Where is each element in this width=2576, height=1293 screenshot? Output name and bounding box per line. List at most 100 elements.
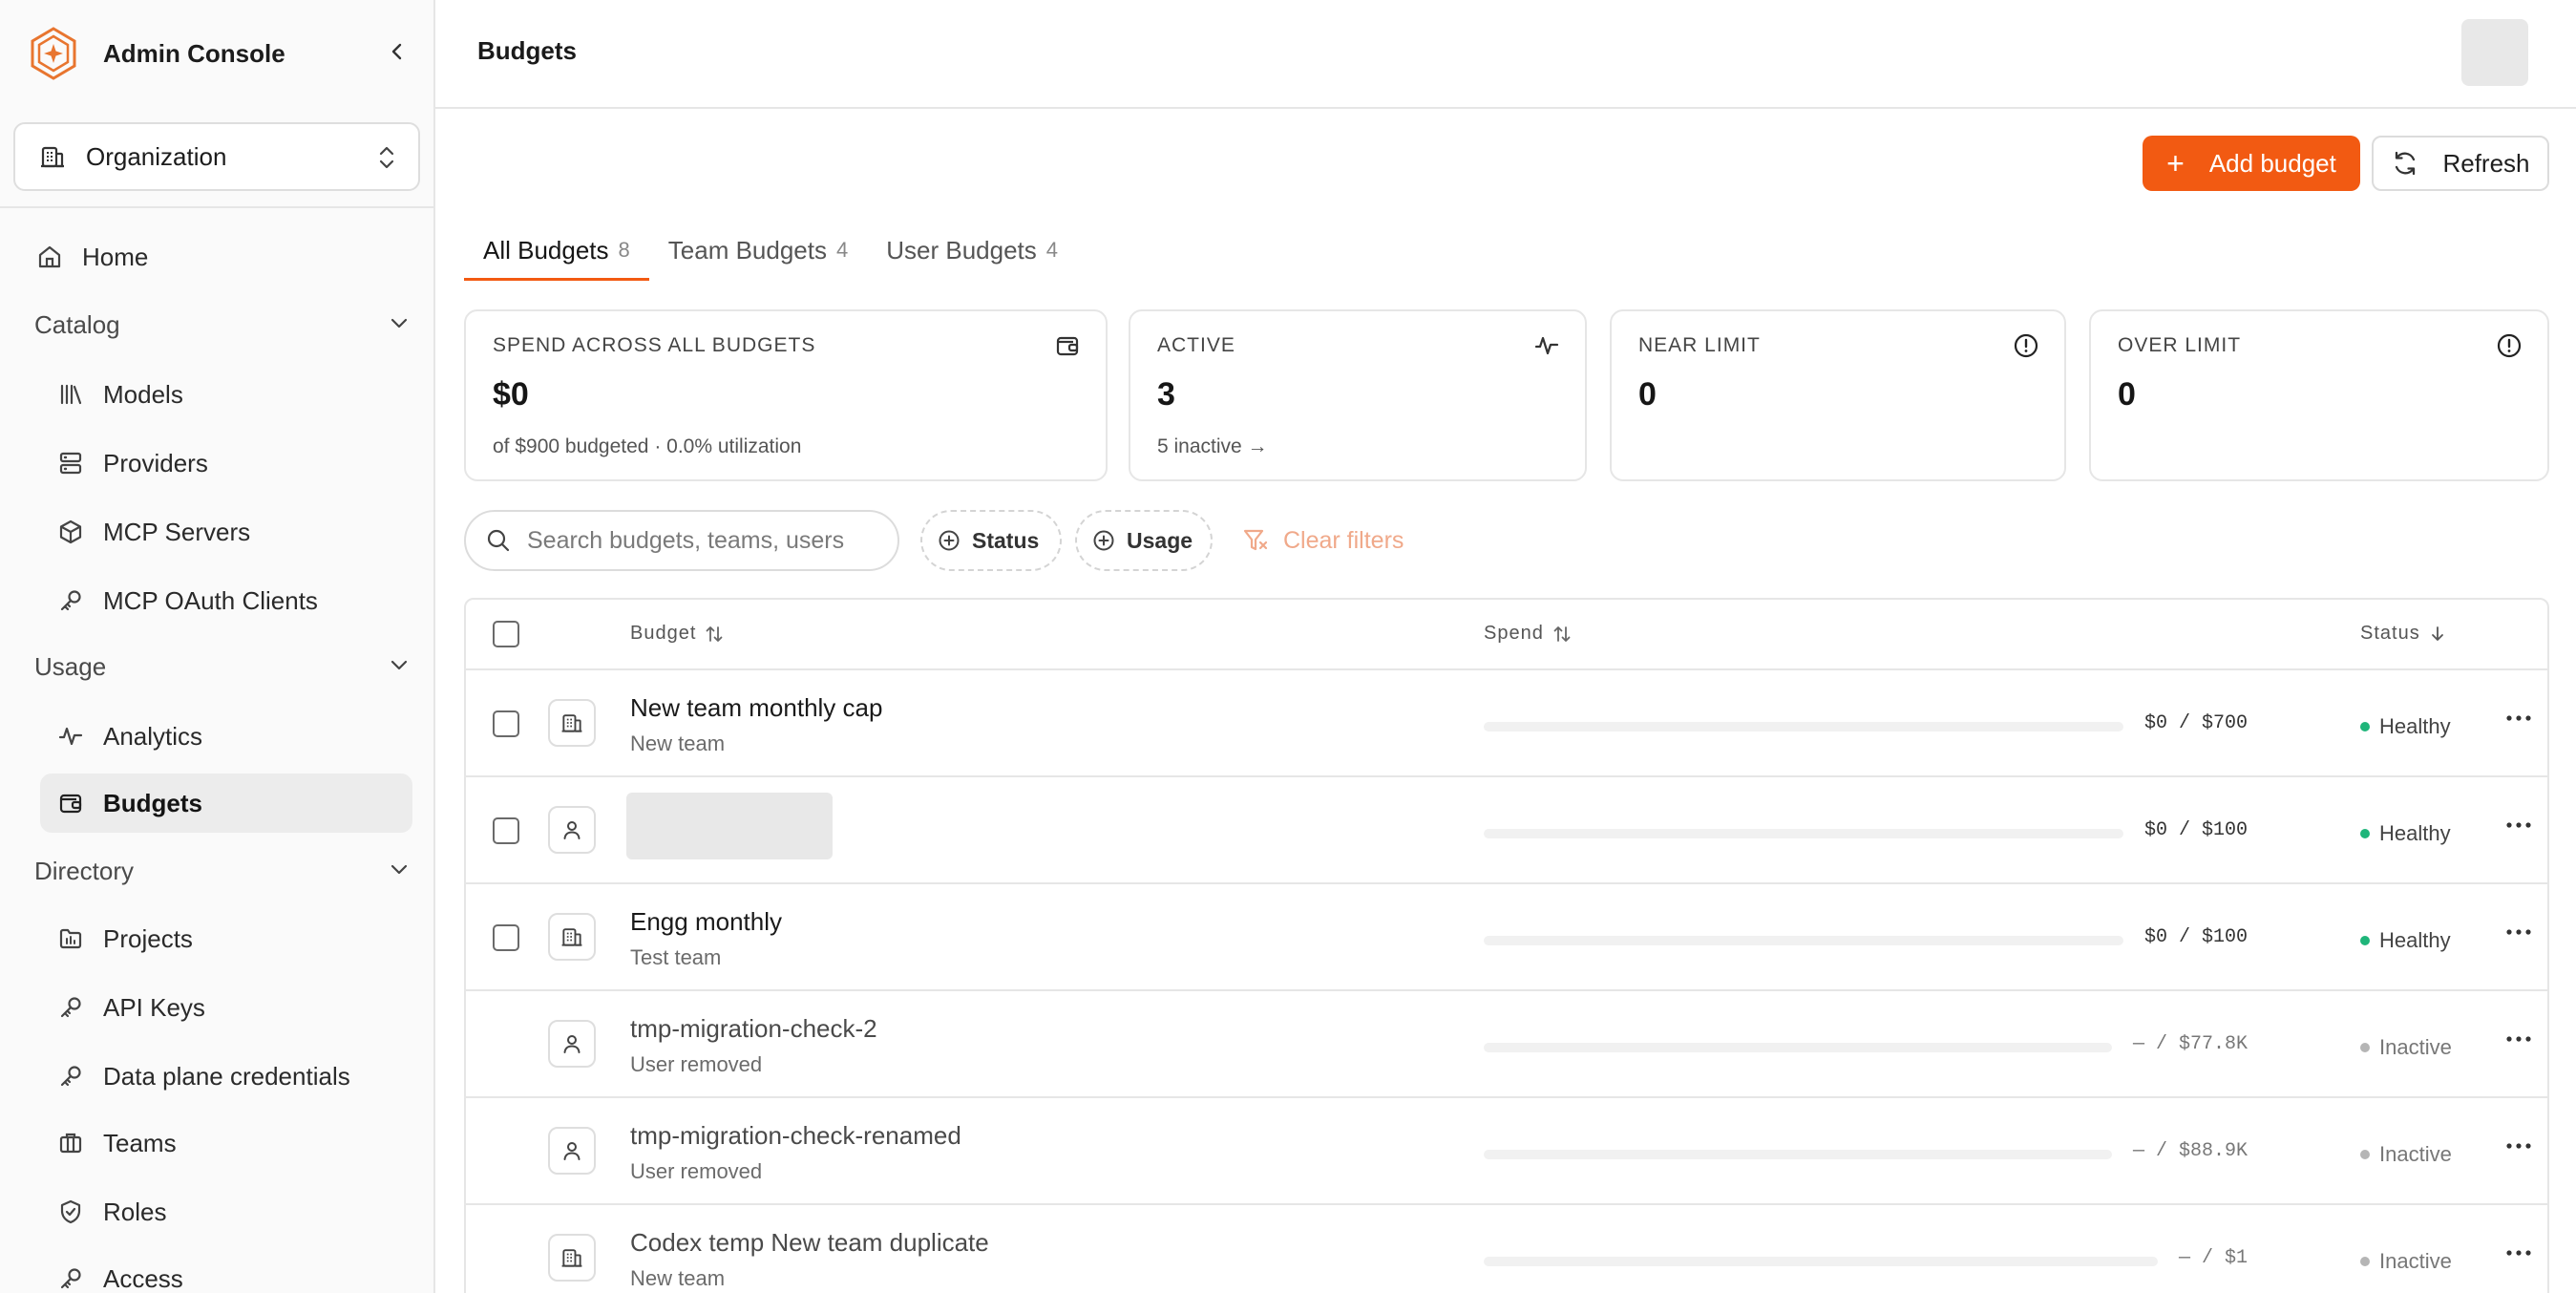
column-label: Budget: [630, 623, 697, 644]
clear-filters-label: Clear filters: [1283, 526, 1404, 554]
sidebar-item-label: Teams: [103, 1128, 177, 1157]
status-label: Inactive: [2379, 1249, 2452, 1273]
organization-switcher[interactable]: Organization: [13, 122, 420, 191]
row-actions-button[interactable]: [2502, 1134, 2536, 1157]
sidebar-item-mcp-servers[interactable]: MCP Servers: [40, 502, 412, 562]
search-input[interactable]: [527, 526, 871, 555]
table-row[interactable]: tmp-migration-check-renamed User removed —…: [466, 1098, 2547, 1205]
budget-name[interactable]: Engg monthly: [630, 907, 782, 937]
budget-scope: Test team: [630, 945, 722, 969]
stat-card-near-limit: NEAR LIMIT 0: [1610, 309, 2066, 481]
row-checkbox[interactable]: [493, 817, 519, 844]
plus-icon: +: [2166, 146, 2185, 180]
inactive-link[interactable]: 5 inactive →: [1157, 435, 1268, 458]
sidebar-item-label: MCP Servers: [103, 517, 251, 546]
table-row[interactable]: $0 / $100 Healthy: [466, 777, 2547, 884]
sidebar-item-data-plane-credentials[interactable]: Data plane credentials: [40, 1047, 412, 1106]
team-budget-badge: [548, 699, 596, 747]
sidebar-group-usage[interactable]: Usage: [34, 642, 412, 691]
status-filter-chip[interactable]: Status: [920, 510, 1062, 571]
row-actions-button[interactable]: [2502, 814, 2536, 837]
spend-progress-bar: [1484, 722, 2123, 731]
building-icon: [41, 146, 64, 168]
activity-icon: [1534, 336, 1559, 355]
tab-user-budgets[interactable]: User Budgets 4: [867, 220, 1077, 281]
column-header-budget[interactable]: Budget: [630, 623, 725, 645]
sidebar-item-label: Home: [82, 242, 149, 271]
server-icon: [55, 448, 86, 478]
user-budget-badge: [548, 1127, 596, 1175]
tab-team-budgets[interactable]: Team Budgets 4: [649, 220, 867, 281]
sidebar-item-teams[interactable]: Teams: [40, 1113, 412, 1173]
table-row[interactable]: tmp-migration-check-2 User removed — / $77…: [466, 991, 2547, 1098]
sidebar-item-budgets[interactable]: Budgets: [40, 774, 412, 833]
budget-scope: New team: [630, 1266, 726, 1290]
refresh-icon: [2396, 151, 2416, 176]
table-row[interactable]: New team monthly cap New team $0 / $700 Hea…: [466, 670, 2547, 777]
sidebar-group-directory[interactable]: Directory: [34, 846, 412, 896]
row-actions-button[interactable]: [2502, 921, 2536, 943]
plus-circle-icon: [939, 530, 960, 551]
row-checkbox[interactable]: [493, 710, 519, 737]
chevron-down-icon: [391, 660, 408, 670]
page-title: Budgets: [477, 36, 577, 65]
budget-name[interactable]: tmp-migration-check-renamed: [630, 1121, 961, 1151]
status-dot: [2360, 936, 2370, 945]
plus-circle-icon: [1093, 530, 1114, 551]
row-actions-button[interactable]: [2502, 1028, 2536, 1050]
arrow-down-icon: [2431, 625, 2443, 641]
sidebar-item-analytics[interactable]: Analytics: [40, 707, 412, 766]
budget-name[interactable]: New team monthly cap: [630, 693, 882, 723]
sidebar-item-home[interactable]: Home: [34, 227, 407, 286]
team-budget-badge: [548, 913, 596, 961]
budget-name[interactable]: Codex temp New team duplicate: [630, 1228, 989, 1258]
table-header: Budget Spend Status: [466, 600, 2547, 670]
status-dot: [2360, 829, 2370, 838]
library-icon: [55, 379, 86, 410]
sidebar-item-mcp-oauth-clients[interactable]: MCP OAuth Clients: [40, 571, 412, 630]
more-horizontal-icon: [2506, 929, 2531, 935]
budget-name[interactable]: tmp-migration-check-2: [630, 1014, 877, 1044]
sidebar-item-label: Projects: [103, 923, 193, 953]
column-header-status[interactable]: Status: [2360, 623, 2447, 645]
home-icon: [34, 242, 65, 272]
avatar[interactable]: [2461, 19, 2528, 86]
sidebar-group-catalog[interactable]: Catalog: [34, 300, 412, 350]
select-all-checkbox[interactable]: [493, 621, 519, 647]
refresh-button[interactable]: Refresh: [2372, 136, 2549, 191]
sidebar-item-models[interactable]: Models: [40, 365, 412, 424]
building-icon: [561, 1249, 582, 1267]
status-dot: [2360, 1150, 2370, 1159]
sidebar-group-label: Usage: [34, 651, 107, 681]
sidebar-item-projects[interactable]: Projects: [40, 909, 412, 968]
usage-filter-chip[interactable]: Usage: [1075, 510, 1213, 571]
status-badge: Inactive: [2360, 1035, 2452, 1060]
row-checkbox[interactable]: [493, 924, 519, 951]
stat-value: 0: [2118, 376, 2136, 413]
row-actions-button[interactable]: [2502, 1241, 2536, 1264]
sidebar-item-roles[interactable]: Roles: [40, 1182, 412, 1241]
add-budget-button[interactable]: + Add budget: [2143, 136, 2360, 191]
budget-scope: User removed: [630, 1159, 763, 1183]
sidebar-item-api-keys[interactable]: API Keys: [40, 978, 412, 1037]
tab-all-budgets[interactable]: All Budgets 8: [464, 220, 649, 281]
clear-filters-button[interactable]: Clear filters: [1241, 521, 1404, 560]
status-label: Healthy: [2379, 821, 2451, 845]
more-horizontal-icon: [2506, 822, 2531, 828]
row-actions-button[interactable]: [2502, 707, 2536, 730]
table-row[interactable]: Codex temp New team duplicate New team — /…: [466, 1205, 2547, 1293]
status-badge: Inactive: [2360, 1142, 2452, 1167]
column-header-spend[interactable]: Spend: [1484, 623, 1573, 645]
budgets-table: Budget Spend Status New team monthly cap…: [464, 598, 2549, 1293]
table-row[interactable]: Engg monthly Test team $0 / $100 Healthy: [466, 884, 2547, 991]
sidebar-item-providers[interactable]: Providers: [40, 434, 412, 493]
collapse-sidebar-button[interactable]: [382, 36, 412, 67]
status-dot: [2360, 722, 2370, 731]
wallet-icon: [55, 788, 86, 818]
stat-card-active: ACTIVE 3 5 inactive →: [1129, 309, 1587, 481]
sidebar-item-access[interactable]: Access: [40, 1249, 412, 1293]
logo-icon: [31, 27, 76, 80]
add-budget-label: Add budget: [2208, 148, 2336, 178]
tab-count: 4: [836, 238, 849, 262]
building-icon: [561, 714, 582, 732]
